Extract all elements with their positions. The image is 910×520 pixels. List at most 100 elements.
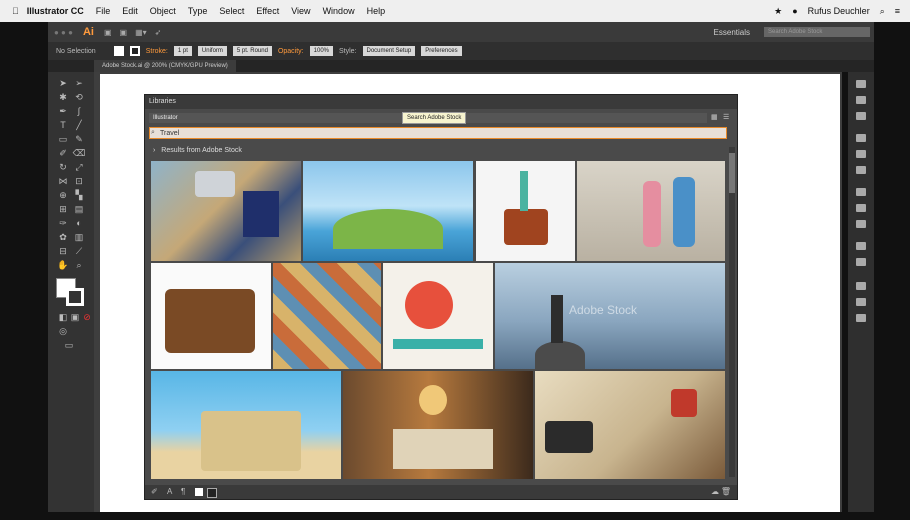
stock-image-postcards[interactable] [273,263,381,369]
symbol-sprayer-tool-icon[interactable]: ✿ [56,232,70,243]
links-panel-icon[interactable] [856,314,866,322]
document-tab[interactable]: Adobe Stock.ai @ 200% (CMYK/GPU Preview) [94,60,236,72]
variable-width-profile[interactable]: Uniform [197,46,227,56]
blend-tool-icon[interactable]: ◐ [72,218,86,228]
color-panel-icon[interactable] [856,80,866,88]
stock-image-beach-suitcase[interactable] [151,371,341,479]
selection-tool-icon[interactable]: ➤ [56,78,70,89]
eyedropper-tool-icon[interactable]: ✑ [56,218,70,229]
stock-image-airport-family[interactable] [577,161,725,261]
stroke-weight-input[interactable]: 1 pt [173,46,192,56]
direct-selection-tool-icon[interactable]: ➢ [72,78,86,89]
menu-object[interactable]: Object [150,6,176,16]
eraser-tool-icon[interactable]: ⌫ [72,148,86,159]
cloud-sync-icon[interactable]: ☁ [711,487,719,496]
menu-type[interactable]: Type [188,6,208,16]
type-tool-icon[interactable]: T [56,120,70,130]
rotate-tool-icon[interactable]: ↻ [56,162,70,173]
paintbrush-tool-icon[interactable]: ✎ [72,134,86,145]
column-graph-tool-icon[interactable]: ▥ [72,232,86,243]
opacity-label[interactable]: Opacity: [278,48,304,55]
mesh-tool-icon[interactable]: ⊞ [56,204,70,215]
brushes-panel-icon[interactable] [856,112,866,120]
opacity-input[interactable]: 100% [309,46,333,56]
star-icon[interactable]: ★ [774,6,782,17]
screen-mode-icon[interactable]: ▭ [62,340,76,351]
gradient-panel-icon[interactable] [856,204,866,212]
menu-window[interactable]: Window [323,6,355,16]
magic-wand-tool-icon[interactable]: ✱ [56,92,70,103]
arrange-documents-icon[interactable]: ▦▾ [135,28,147,37]
brush-definition[interactable]: 5 pt. Round [232,46,272,56]
add-stroke-color-swatch[interactable] [207,488,217,498]
menu-list-icon[interactable]: ≡ [895,6,900,16]
scale-tool-icon[interactable]: ⤢ [72,162,86,173]
menu-edit[interactable]: Edit [122,6,138,16]
add-paragraph-icon[interactable]: ¶ [181,487,185,496]
stock-image-travel-flatlay[interactable] [151,161,301,261]
free-transform-tool-icon[interactable]: ⊡ [72,176,86,187]
document-setup-button[interactable]: Document Setup [362,46,416,56]
add-fill-color-swatch[interactable] [195,488,203,496]
layers-panel-icon[interactable] [856,258,866,266]
spotlight-search-icon[interactable]: ⌕ [880,6,885,17]
color-guide-icon[interactable] [856,96,866,104]
library-search-input[interactable]: Travel [149,127,727,139]
artboards-panel-icon[interactable] [856,298,866,306]
fill-swatch[interactable] [113,46,124,56]
stock-image-map-camera[interactable] [535,371,725,479]
stroke-swatch[interactable] [129,46,140,56]
lasso-tool-icon[interactable]: ⟲ [72,92,86,103]
menu-view[interactable]: View [291,6,310,16]
stock-image-suitcase-landmarks[interactable] [476,161,575,261]
stock-image-world-landmarks[interactable] [303,161,473,261]
appearance-panel-icon[interactable] [856,242,866,250]
stroke-color-swatch[interactable] [66,288,84,306]
stroke-panel-icon[interactable] [856,188,866,196]
curvature-tool-icon[interactable]: ∫ [72,106,86,116]
width-tool-icon[interactable]: ⋈ [56,176,70,187]
hand-tool-icon[interactable]: ✋ [56,260,70,271]
list-view-icon[interactable]: ☰ [723,113,729,121]
stock-image-woman-with-map[interactable] [343,371,533,479]
results-header[interactable]: › Results from Adobe Stock [153,147,242,154]
symbols-panel-icon[interactable] [856,150,866,158]
rectangle-tool-icon[interactable]: ▭ [56,134,70,145]
slice-tool-icon[interactable]: ⟋ [72,246,86,257]
shape-builder-tool-icon[interactable]: ⊕ [56,190,70,201]
workspace-switcher[interactable]: Essentials [714,28,750,37]
perspective-grid-tool-icon[interactable]: ▚ [72,190,86,201]
draw-mode-icon[interactable]: ◎ [56,326,70,337]
add-text-icon[interactable]: A [167,487,172,496]
shaper-tool-icon[interactable]: ✐ [56,148,70,159]
zoom-tool-icon[interactable]: ⌕ [72,260,86,271]
menu-effect[interactable]: Effect [256,6,279,16]
gpu-icon[interactable]: ➶ [155,28,162,37]
delete-icon[interactable]: 🗑 [721,487,731,496]
grid-view-icon[interactable]: ▦ [711,113,718,121]
gradient-tool-icon[interactable]: ▤ [72,204,86,215]
add-graphic-icon[interactable]: ✐ [151,487,158,496]
menu-file[interactable]: File [96,6,111,16]
line-tool-icon[interactable]: ╱ [72,120,86,131]
stock-image-mountain-hiker[interactable]: Adobe Stock [495,263,725,369]
swatches-panel-icon[interactable] [856,134,866,142]
creative-cloud-icon[interactable]: ● [792,6,797,16]
apple-icon[interactable]:  [12,6,19,16]
window-controls[interactable]: ● ● ● [54,28,73,37]
none-mode-icon[interactable]: ⊘ [80,312,94,323]
transparency-panel-icon[interactable] [856,220,866,228]
app-menu[interactable]: Illustrator CC [27,6,84,16]
stock-image-vintage-suitcase[interactable] [151,263,271,369]
results-scrollbar[interactable] [729,147,735,477]
preferences-button[interactable]: Preferences [421,46,462,56]
libraries-panel-icon[interactable] [856,282,866,290]
user-name[interactable]: Rufus Deuchler [808,6,870,16]
graphic-styles-icon[interactable] [856,166,866,174]
stroke-label[interactable]: Stroke: [146,48,168,55]
stock-image-travel-infographic[interactable] [383,263,493,369]
menu-select[interactable]: Select [219,6,244,16]
pen-tool-icon[interactable]: ✒ [56,106,70,117]
menu-help[interactable]: Help [367,6,386,16]
artboard-tool-icon[interactable]: ⊟ [56,246,70,257]
